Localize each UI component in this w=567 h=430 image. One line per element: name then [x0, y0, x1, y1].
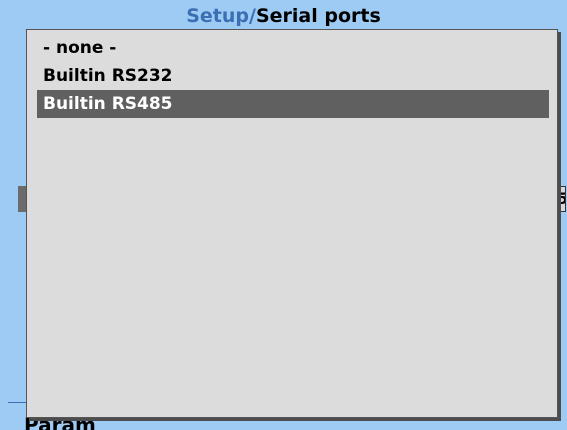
- port-options-list: - none - Builtin RS232 Builtin RS485: [27, 30, 557, 118]
- option-none[interactable]: - none -: [37, 34, 549, 62]
- option-builtin-rs232[interactable]: Builtin RS232: [37, 62, 549, 90]
- title-breadcrumb: Setup/: [186, 5, 256, 27]
- screen: Setup/Serial ports . . . . 5 Param - non…: [0, 0, 567, 430]
- background-field-right-text: 5: [557, 189, 565, 208]
- option-builtin-rs485[interactable]: Builtin RS485: [37, 90, 549, 118]
- window-title: Setup/Serial ports: [0, 5, 567, 27]
- title-text: Serial ports: [255, 5, 381, 27]
- port-select-popup[interactable]: - none - Builtin RS232 Builtin RS485: [26, 29, 558, 418]
